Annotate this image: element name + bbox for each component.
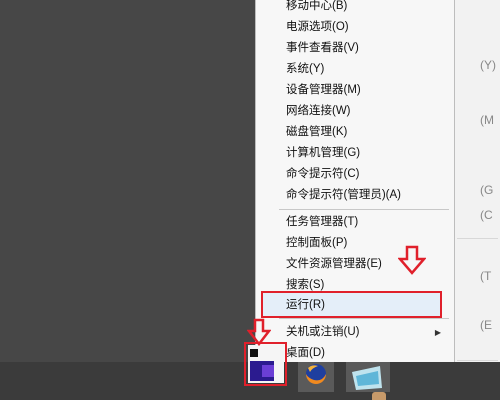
down-arrow-icon xyxy=(398,245,426,275)
menu-separator xyxy=(279,318,449,319)
submenu-arrow-icon: ▶ xyxy=(434,328,441,337)
background-text: (C xyxy=(480,208,493,222)
background-text: (E xyxy=(480,318,492,332)
background-text: (G xyxy=(480,183,494,197)
menu-item-search[interactable]: 搜索(S) xyxy=(255,275,453,296)
menu-item-event-viewer[interactable]: 事件查看器(V) xyxy=(255,38,453,59)
menu-item-run[interactable]: 运行(R) xyxy=(255,295,453,316)
menu-item-command-prompt[interactable]: 命令提示符(C) xyxy=(255,164,453,185)
menu-item-mobility-center[interactable]: 移动中心(B) xyxy=(255,0,453,17)
menu-item-power-options[interactable]: 电源选项(O) xyxy=(255,17,453,38)
start-highlight-box xyxy=(244,342,287,386)
desktop-background xyxy=(0,0,255,400)
menu-item-shutdown[interactable]: 关机或注销(U) ▶ xyxy=(255,322,453,343)
menu-item-network-connections[interactable]: 网络连接(W) xyxy=(255,101,453,122)
app-icon[interactable] xyxy=(346,362,390,392)
menu-item-system[interactable]: 系统(Y) xyxy=(255,59,453,80)
menu-item-device-manager[interactable]: 设备管理器(M) xyxy=(255,80,453,101)
background-text: (M xyxy=(480,113,494,127)
menu-item-shutdown-label: 关机或注销(U) xyxy=(286,326,360,338)
background-text: (T xyxy=(480,269,492,283)
down-arrow-icon xyxy=(247,318,271,346)
menu-separator xyxy=(279,209,449,210)
firefox-icon[interactable] xyxy=(298,362,334,392)
menu-item-task-manager[interactable]: 任务管理器(T) xyxy=(255,212,453,233)
menu-item-command-prompt-admin[interactable]: 命令提示符(管理员)(A) xyxy=(255,185,453,206)
taskbar-item-icon xyxy=(372,392,386,400)
menu-item-computer-management[interactable]: 计算机管理(G) xyxy=(255,143,453,164)
background-text: (Y) xyxy=(480,58,496,72)
menu-item-disk-management[interactable]: 磁盘管理(K) xyxy=(255,122,453,143)
power-user-menu-items: 移动中心(B) 电源选项(O) 事件查看器(V) 系统(Y) 设备管理器(M) … xyxy=(255,0,455,362)
